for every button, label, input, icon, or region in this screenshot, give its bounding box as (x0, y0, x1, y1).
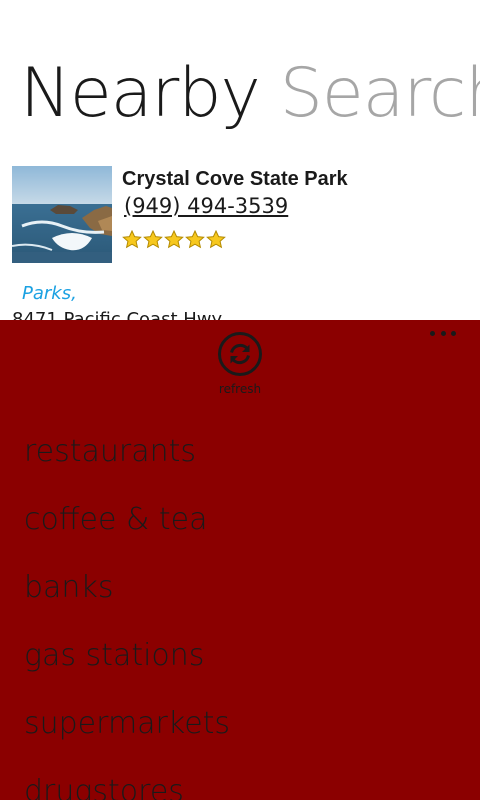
star-icon (164, 230, 184, 249)
refresh-button[interactable]: refresh (208, 332, 272, 396)
screen: NearbySearch (0, 0, 480, 800)
star-icon (185, 230, 205, 249)
menu-item-coffee-tea[interactable]: coffee & tea (24, 500, 230, 568)
appbar-menu: restaurants coffee & tea banks gas stati… (24, 432, 230, 800)
dot (430, 330, 435, 336)
place-thumbnail[interactable] (12, 166, 112, 263)
star-icon (122, 230, 142, 249)
menu-item-banks[interactable]: banks (24, 568, 230, 636)
ellipsis-icon[interactable] (430, 326, 456, 340)
pivot-header: NearbySearch (20, 52, 480, 136)
rating-stars (122, 230, 226, 249)
category-link[interactable]: Parks, (22, 281, 77, 307)
star-icon (206, 230, 226, 249)
place-name[interactable]: Crystal Cove State Park (122, 166, 348, 192)
refresh-label: refresh (218, 382, 262, 396)
app-bar: refresh restaurants coffee & tea banks g… (0, 320, 480, 800)
menu-item-drugstores[interactable]: drugstores (24, 772, 230, 800)
refresh-icon (218, 332, 262, 376)
menu-item-supermarkets[interactable]: supermarkets (24, 704, 230, 772)
pivot-item-search[interactable]: Search (280, 54, 480, 133)
phone-link[interactable]: (949) 494-3539 (124, 192, 288, 220)
star-icon (143, 230, 163, 249)
menu-item-gas-stations[interactable]: gas stations (24, 636, 230, 704)
beach-photo-icon (12, 166, 112, 263)
dot (451, 330, 456, 336)
pivot-item-nearby[interactable]: Nearby (20, 54, 261, 133)
result-item[interactable]: Crystal Cove State Park (949) 494-3539 (12, 166, 472, 266)
menu-item-restaurants[interactable]: restaurants (24, 432, 230, 500)
dot (440, 330, 446, 336)
